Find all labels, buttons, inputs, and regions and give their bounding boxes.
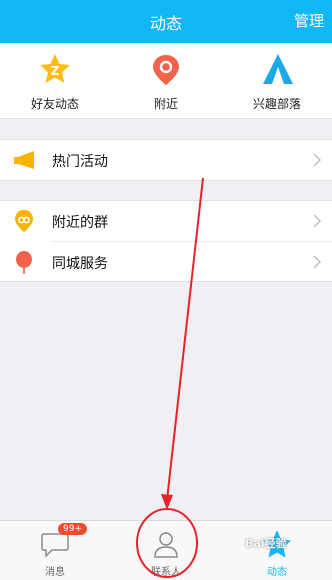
balloon-icon bbox=[16, 251, 32, 274]
megaphone-icon bbox=[14, 151, 34, 169]
tab-activity-label: 动态 bbox=[267, 567, 287, 578]
chat-bubble-icon bbox=[41, 533, 69, 558]
location-pin-icon bbox=[153, 55, 179, 85]
unread-badge: 99+ bbox=[58, 523, 87, 535]
quick-entries: Z 好友动态 附近 兴趣部落 bbox=[0, 43, 332, 119]
tab-messages[interactable]: 99+ 消息 bbox=[0, 521, 110, 580]
watermark: Bai经验 bbox=[245, 537, 287, 550]
chevron-right-icon bbox=[313, 255, 322, 269]
svg-text:Z: Z bbox=[51, 64, 60, 78]
group-pin-icon bbox=[15, 210, 33, 232]
nearby-groups-label: 附近的群 bbox=[52, 215, 108, 231]
star-icon: Z bbox=[40, 54, 70, 83]
tab-contacts-label: 联系人 bbox=[151, 567, 181, 578]
chevron-right-icon bbox=[313, 153, 322, 167]
tab-messages-label: 消息 bbox=[45, 567, 65, 578]
manage-button[interactable]: 管理 bbox=[294, 10, 324, 31]
city-service-label: 同城服务 bbox=[52, 256, 108, 272]
chevron-right-icon bbox=[313, 214, 322, 228]
hot-activity-row[interactable]: 热门活动 bbox=[0, 140, 332, 180]
friends-activity-label: 好友动态 bbox=[30, 97, 79, 111]
nearby-label: 附近 bbox=[153, 97, 178, 111]
local-section: 附近的群 同城服务 bbox=[0, 200, 332, 282]
city-service-row[interactable]: 同城服务 bbox=[16, 241, 332, 281]
tent-icon bbox=[263, 54, 293, 84]
interest-tribe-label: 兴趣部落 bbox=[252, 97, 301, 111]
nearby-groups-row[interactable]: 附近的群 bbox=[0, 201, 332, 241]
annotation-arrow-head bbox=[161, 494, 173, 510]
person-icon bbox=[154, 532, 178, 558]
hot-activity-label: 热门活动 bbox=[52, 154, 108, 170]
nearby-button[interactable]: 附近 bbox=[111, 43, 221, 119]
top-bar: 动态 管理 bbox=[0, 0, 332, 43]
interest-tribe-button[interactable]: 兴趣部落 bbox=[222, 43, 332, 119]
hot-activity-section: 热门活动 bbox=[0, 139, 332, 181]
page-title: 动态 bbox=[149, 14, 182, 33]
tab-contacts[interactable]: 联系人 bbox=[111, 521, 221, 580]
friends-activity-button[interactable]: Z 好友动态 bbox=[0, 43, 110, 119]
